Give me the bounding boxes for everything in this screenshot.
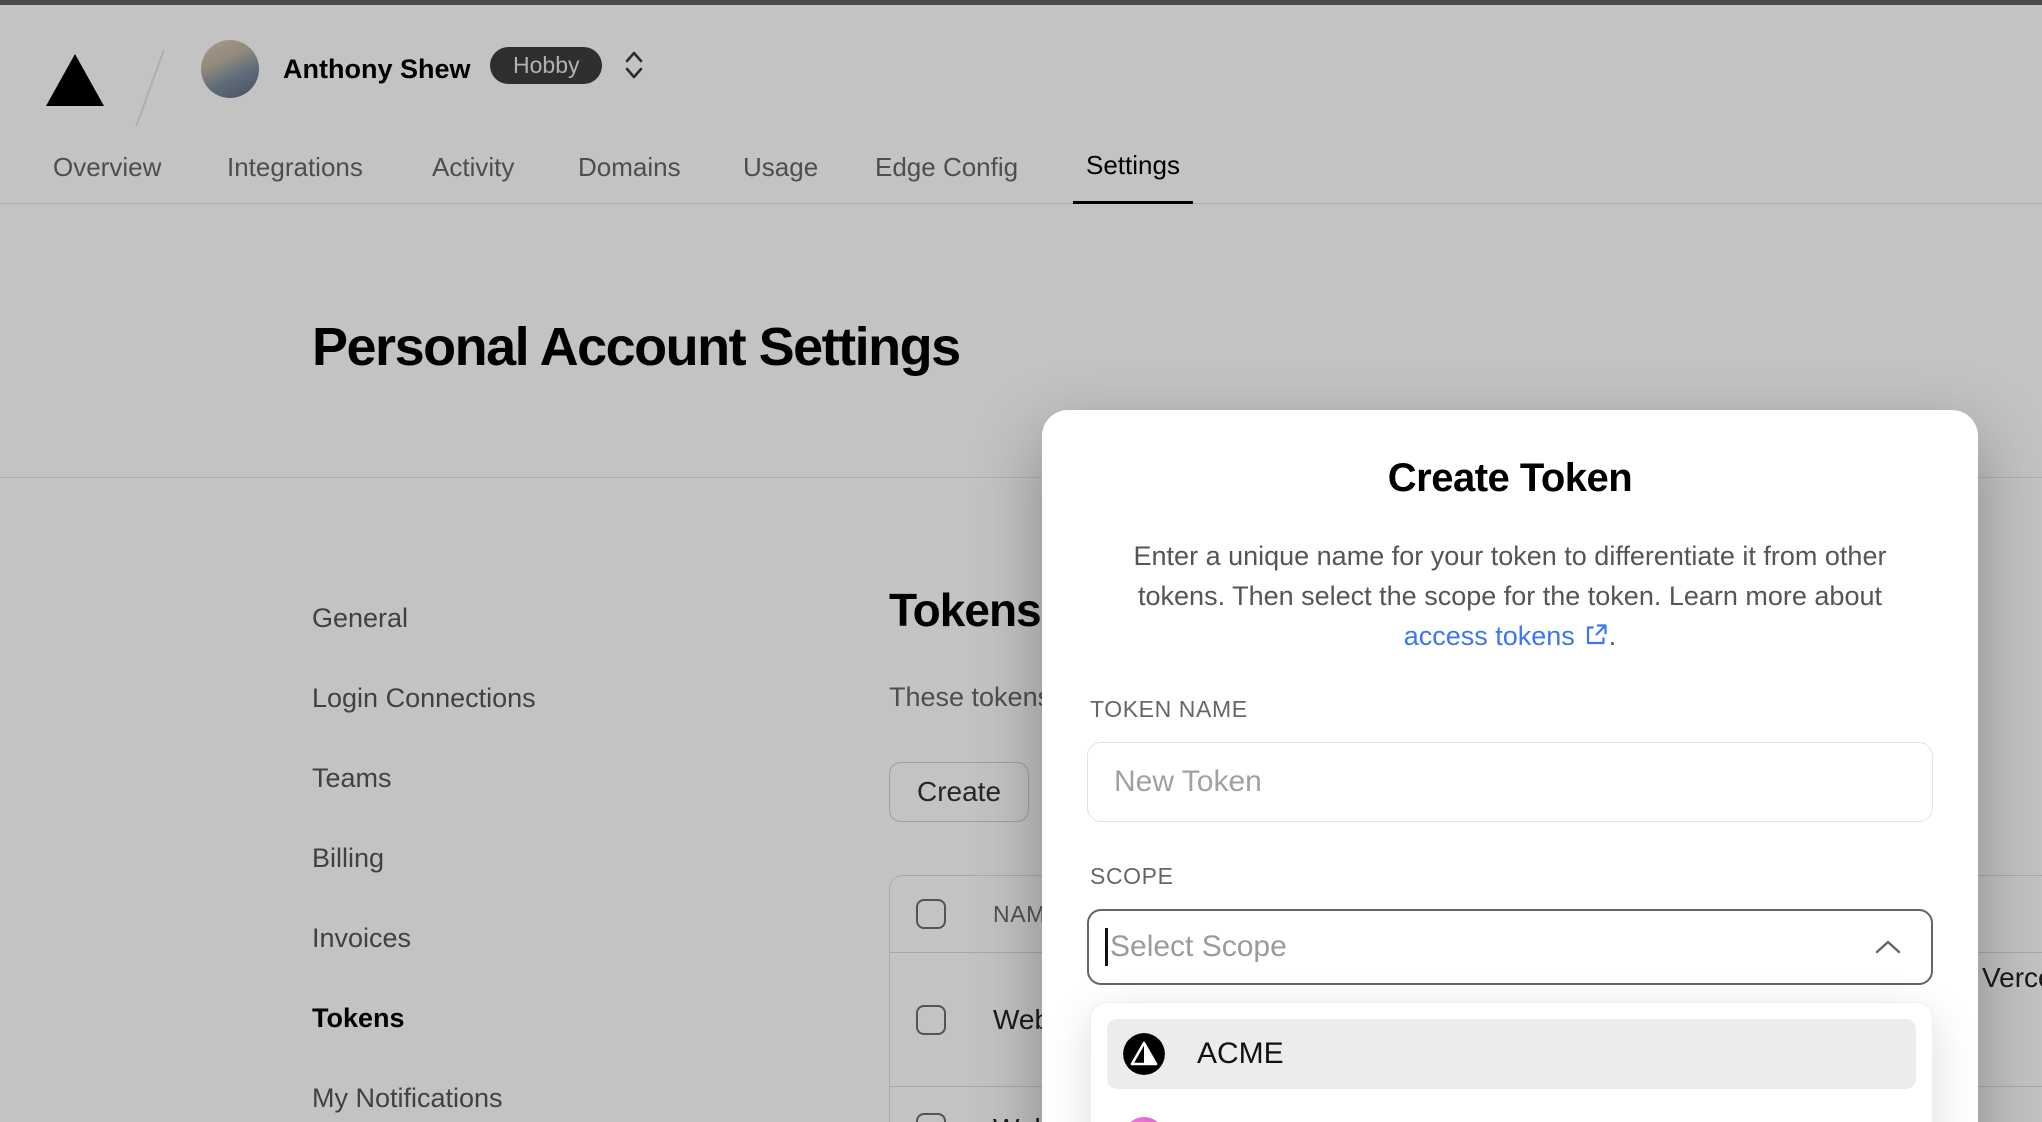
team-avatar-pink [1123, 1117, 1165, 1122]
access-tokens-link[interactable]: access tokens [1404, 621, 1609, 651]
external-link-icon [1586, 624, 1607, 645]
modal-title: Create Token [1387, 456, 1633, 500]
modal-description-suffix: . [1608, 621, 1617, 651]
token-name-label: TOKEN NAME [1090, 696, 1248, 722]
modal-description: Enter a unique name for your token to di… [1042, 536, 1978, 656]
modal-description-line3: access tokens . [1042, 616, 1978, 656]
scope-option-acme[interactable]: ACME [1107, 1019, 1916, 1089]
modal-description-line2: tokens. Then select the scope for the to… [1138, 581, 1882, 611]
scope-select[interactable]: Select Scope [1087, 909, 1933, 985]
token-name-input[interactable] [1087, 742, 1933, 822]
acme-team-avatar [1123, 1033, 1165, 1075]
modal-description-line1: Enter a unique name for your token to di… [1133, 541, 1887, 571]
scope-dropdown: ACME [1090, 1002, 1933, 1122]
chevron-up-icon[interactable] [1873, 939, 1903, 955]
text-cursor [1105, 928, 1108, 966]
screen: Anthony Shew Hobby Overview Integrations… [0, 0, 2042, 1122]
window-top-edge [0, 0, 2042, 5]
scope-option-label: ACME [1197, 1037, 1284, 1070]
create-token-modal: Create Token Enter a unique name for you… [1042, 410, 1978, 1122]
scope-option-partial[interactable] [1107, 1103, 1916, 1122]
scope-select-placeholder: Select Scope [1110, 930, 1287, 963]
scope-label: SCOPE [1090, 863, 1174, 889]
